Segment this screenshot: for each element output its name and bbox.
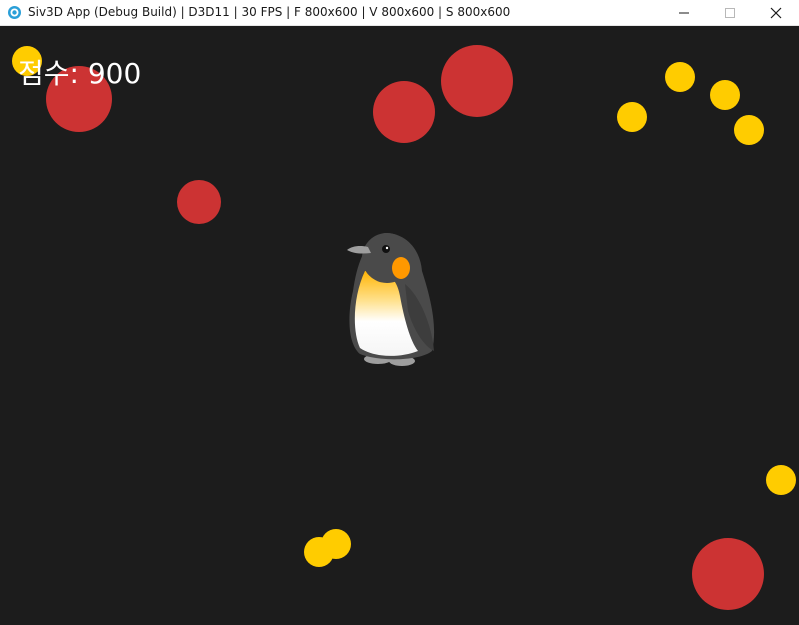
close-button[interactable] xyxy=(753,0,799,26)
coin xyxy=(766,465,796,495)
app-window: Siv3D App (Debug Build) | D3D11 | 30 FPS… xyxy=(0,0,799,625)
coin xyxy=(665,62,695,92)
window-title: Siv3D App (Debug Build) | D3D11 | 30 FPS… xyxy=(28,5,511,19)
enemy-ball xyxy=(692,538,764,610)
game-canvas[interactable]: 점수: 900 xyxy=(0,26,799,625)
score-label: 점수: 900 xyxy=(18,57,142,90)
maximize-button[interactable] xyxy=(707,0,753,26)
game-scene xyxy=(12,45,796,610)
siv3d-app-icon xyxy=(8,6,21,19)
title-bar[interactable]: Siv3D App (Debug Build) | D3D11 | 30 FPS… xyxy=(0,0,799,26)
minimize-button[interactable] xyxy=(661,0,707,26)
maximize-icon xyxy=(725,8,735,18)
enemy-ball xyxy=(177,180,221,224)
penguin-player xyxy=(347,233,435,366)
enemy-ball xyxy=(441,45,513,117)
close-icon xyxy=(770,7,782,19)
coin xyxy=(710,80,740,110)
coin xyxy=(617,102,647,132)
enemy-ball xyxy=(373,81,435,143)
coin xyxy=(734,115,764,145)
minimize-icon xyxy=(679,12,689,14)
coin xyxy=(304,537,334,567)
